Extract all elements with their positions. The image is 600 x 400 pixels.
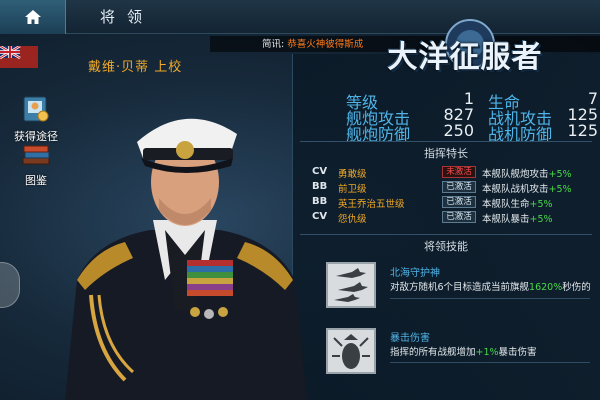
skill-icon-slot[interactable]	[326, 262, 376, 308]
divider	[390, 298, 590, 299]
books-icon	[22, 145, 50, 165]
divider	[390, 362, 590, 363]
trait-row: CV 勇敢级 未激活 本舰队舰炮攻击+5%	[312, 166, 572, 180]
skills-title: 将领技能	[424, 240, 468, 253]
home-icon	[24, 10, 41, 24]
commander-screen: 将领 简讯: 恭喜火神彼得斯成 戴维·贝蒂 上校 获得途径 图鉴 大洋征服者 等…	[0, 0, 600, 400]
status-badge: 已激活	[442, 211, 476, 223]
trait-row: BB 前卫级 已激活 本舰队战机攻击+5%	[312, 181, 572, 195]
aircraft-icon	[334, 268, 368, 302]
trait-row: BB 英王乔治五世级 已激活 本舰队生命+5%	[312, 196, 553, 210]
uk-flag-icon	[0, 46, 38, 68]
commander-name: 戴维·贝蒂 上校	[88, 60, 183, 75]
divider	[300, 234, 592, 235]
skill-name: 暴击伤害	[390, 333, 430, 344]
scroll-left-button[interactable]	[0, 262, 20, 308]
skill-name: 北海守护神	[390, 268, 440, 279]
book-icon	[23, 96, 49, 122]
skill-icon-slot[interactable]	[326, 328, 376, 374]
trait-row: CV 怨仇级 已激活 本舰队暴击+5%	[312, 211, 553, 225]
game-logo: 大洋征服者	[360, 18, 570, 82]
news-label: 简讯:	[262, 39, 285, 50]
logo-title: 大洋征服者	[387, 40, 543, 75]
news-message: 恭喜火神彼得斯成	[287, 39, 364, 50]
page-title: 将领	[100, 8, 155, 26]
status-badge: 已激活	[442, 181, 476, 193]
home-button[interactable]	[0, 0, 66, 34]
skill-description: 指挥的所有战舰增加+1%暴击伤害	[390, 347, 537, 358]
bomb-icon	[332, 334, 370, 369]
commander-portrait	[65, 118, 307, 400]
traits-title: 指挥特长	[424, 147, 468, 160]
status-badge: 已激活	[442, 196, 476, 208]
skill-description: 对敌方随机6个目标造成当前旗舰1620%秒伤的	[390, 282, 591, 293]
status-badge: 未激活	[442, 166, 476, 178]
divider	[300, 141, 592, 142]
